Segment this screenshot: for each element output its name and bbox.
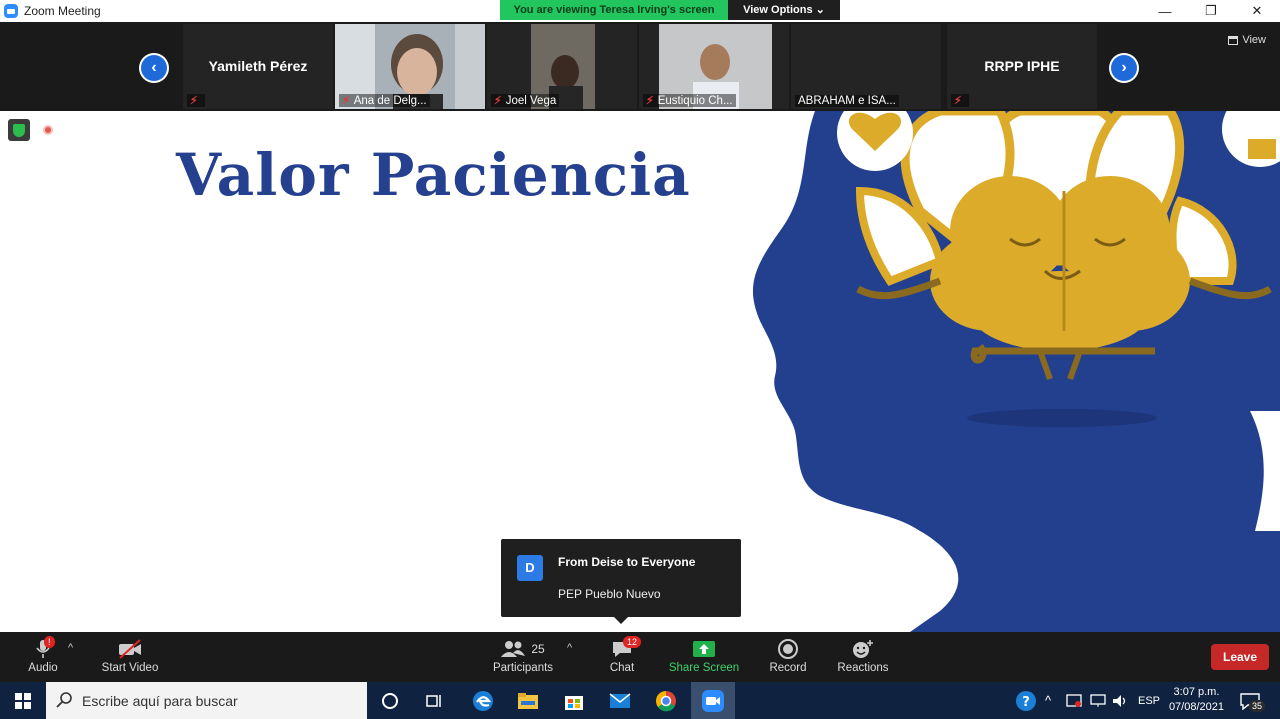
meditating-brain-illustration [752, 111, 1280, 632]
start-video-button[interactable]: Start Video [98, 636, 162, 674]
participants-options-caret[interactable]: ^ [567, 642, 572, 654]
recording-indicator-icon [43, 125, 53, 135]
share-screen-label: Share Screen [668, 662, 740, 674]
view-options-label: View Options [743, 4, 813, 16]
input-language-indicator[interactable]: ESP [1138, 682, 1160, 719]
share-screen-button[interactable]: Share Screen [668, 636, 740, 674]
participants-count: 25 [531, 642, 545, 656]
next-page-button[interactable]: › [1109, 53, 1139, 83]
participant-tile[interactable]: Yamileth Pérez ⚡︎ [183, 24, 333, 109]
record-icon [778, 639, 798, 659]
network-icon[interactable] [1090, 682, 1106, 719]
windows-start-icon[interactable] [8, 686, 38, 716]
audio-warning-badge: ! [44, 636, 55, 648]
mic-muted-icon: ⚡︎ [646, 95, 654, 107]
video-label: Start Video [101, 662, 159, 674]
viewing-banner: You are viewing Teresa Irving's screen V… [500, 0, 840, 20]
participant-name: Yamileth Pérez [208, 58, 308, 74]
chat-notification[interactable]: D From Deise to Everyone PEP Pueblo Nuev… [501, 539, 741, 624]
mic-muted-icon: ⚡︎ [342, 95, 350, 107]
mic-muted-indicator: ⚡︎ [187, 94, 205, 107]
participants-icon [501, 641, 526, 657]
close-button[interactable]: ✕ [1234, 0, 1280, 22]
participant-label: Joel Vega [505, 94, 557, 107]
view-options-button[interactable]: View Options ⌄ [728, 0, 840, 20]
reactions-button[interactable]: Reactions [836, 636, 890, 674]
chat-message: PEP Pueblo Nuevo [558, 587, 661, 601]
audio-label: Audio [28, 662, 58, 674]
leave-button[interactable]: Leave [1211, 644, 1269, 670]
slide-title: Valor Paciencia [176, 141, 691, 209]
participants-label: Participants [492, 662, 554, 674]
search-placeholder: Escribe aquí para buscar [82, 692, 238, 709]
security-tray-icon[interactable] [1066, 682, 1082, 719]
clock-date: 07/08/2021 [1168, 701, 1224, 713]
chrome-icon[interactable] [651, 686, 681, 716]
zoom-logo-icon [4, 4, 18, 18]
taskbar-clock[interactable]: 3:07 p.m. 07/08/2021 [1169, 685, 1224, 715]
participant-tile[interactable]: ABRAHAM e ISA... [791, 24, 941, 109]
mic-muted-icon: ⚡︎ [494, 95, 502, 107]
smiley-plus-icon [853, 640, 873, 658]
mic-muted-icon: ⚡︎ [954, 95, 962, 107]
previous-page-button[interactable]: ‹ [139, 53, 169, 83]
participant-video-tile[interactable]: ⚡︎ Joel Vega [487, 24, 637, 109]
help-icon[interactable]: ? [1015, 682, 1037, 719]
participant-strip: ‹ Yamileth Pérez ⚡︎ ⚡︎ Ana de Delg... ⚡︎ J… [0, 22, 1280, 111]
minimize-button[interactable]: — [1142, 0, 1188, 22]
participant-label: Eustiquio Ch... [657, 94, 733, 107]
participant-video-tile[interactable]: ⚡︎ Eustiquio Ch... [639, 24, 789, 109]
edge-browser-icon[interactable] [468, 686, 498, 716]
window-controls: — ❐ ✕ [1142, 0, 1280, 22]
chat-label: Chat [609, 662, 635, 674]
view-label: View [1242, 34, 1266, 46]
svg-text:?: ? [1022, 695, 1030, 710]
notification-count: 35 [1249, 700, 1266, 712]
participant-label: Ana de Delg... [353, 94, 427, 107]
zoom-taskbar-icon[interactable] [691, 682, 735, 719]
sender-avatar: D [517, 555, 543, 581]
popup-pointer [614, 617, 628, 624]
reactions-label: Reactions [837, 662, 889, 674]
restore-button[interactable]: ❐ [1188, 0, 1234, 22]
search-icon [56, 692, 72, 708]
share-screen-icon [693, 641, 715, 657]
participant-video-tile[interactable]: ⚡︎ Ana de Delg... [335, 24, 485, 109]
viewing-text: You are viewing Teresa Irving's screen [500, 0, 728, 20]
record-button[interactable]: Record [766, 636, 810, 674]
mic-muted-icon: ⚡︎ [190, 95, 198, 107]
windows-taskbar: Escribe aquí para buscar ? ^ ESP 3:07 p.… [0, 682, 1280, 719]
chat-button[interactable]: 12 Chat [603, 636, 642, 674]
video-off-icon [119, 639, 141, 659]
chevron-down-icon: ⌄ [815, 4, 825, 16]
chat-unread-badge: 12 [623, 636, 642, 648]
record-label: Record [769, 662, 807, 674]
audio-options-caret[interactable]: ^ [68, 642, 73, 654]
show-hidden-icons-icon[interactable]: ^ [1045, 682, 1051, 719]
task-view-icon[interactable] [420, 686, 450, 716]
chevron-left-icon: ‹ [141, 55, 167, 81]
microsoft-store-icon[interactable] [559, 686, 589, 716]
mic-muted-indicator: ⚡︎ [951, 94, 969, 107]
meeting-controls: ! Audio ^ Start Video 25 Participants ^ … [0, 632, 1280, 682]
taskbar-search[interactable]: Escribe aquí para buscar [46, 682, 367, 719]
notifications-icon[interactable]: 35 [1240, 682, 1266, 719]
chat-sender: From Deise to Everyone [558, 555, 696, 569]
mail-icon[interactable] [605, 686, 635, 716]
participant-tile[interactable]: RRPP IPHE ⚡︎ [947, 24, 1097, 109]
participant-label: ABRAHAM e ISA... [795, 95, 899, 107]
cortana-icon[interactable] [375, 686, 405, 716]
volume-icon[interactable] [1112, 682, 1128, 719]
chevron-right-icon: › [1111, 55, 1137, 81]
file-explorer-icon[interactable] [513, 686, 543, 716]
audio-button[interactable]: ! Audio [22, 636, 64, 674]
view-button[interactable]: View [1228, 34, 1266, 46]
security-shield-icon[interactable] [8, 119, 30, 141]
participants-button[interactable]: 25 Participants [490, 636, 556, 674]
participant-name: RRPP IPHE [984, 58, 1060, 74]
window-title: Zoom Meeting [24, 4, 101, 18]
grid-view-icon [1228, 35, 1239, 45]
clock-time: 3:07 p.m. [1173, 686, 1220, 698]
